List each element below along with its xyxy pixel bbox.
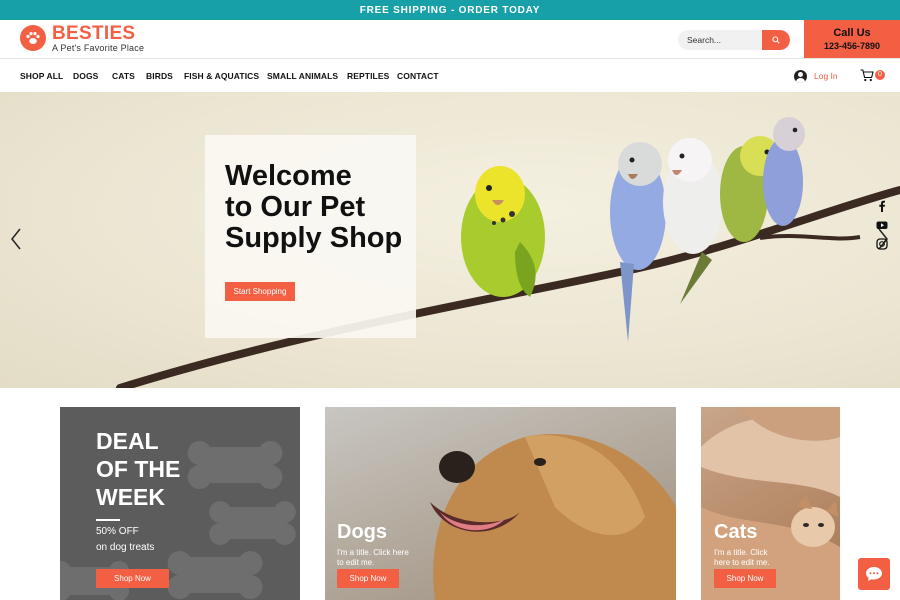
cats-card-subtitle: I'm a title. Click here to edit me.: [714, 548, 770, 568]
announcement-bar: FREE SHIPPING - ORDER TODAY: [0, 0, 900, 20]
parakeets-on-branch-image: [116, 117, 900, 388]
deal-divider: [96, 519, 120, 521]
deal-title-line: DEAL: [96, 428, 159, 454]
chat-button[interactable]: [858, 558, 890, 590]
search-icon: [772, 36, 780, 44]
cats-subtitle-line: I'm a title. Click: [714, 548, 768, 557]
hero-title: Welcome to Our Pet Supply Shop: [225, 161, 415, 254]
deal-shop-now-button[interactable]: Shop Now: [96, 569, 169, 588]
deal-title: DEAL OF THE WEEK: [96, 427, 216, 511]
deal-title-line: OF THE: [96, 456, 181, 482]
nav-birds[interactable]: BIRDS: [146, 71, 173, 81]
cats-card-title: Cats: [714, 521, 758, 543]
dogs-card-title: Dogs: [337, 521, 387, 543]
nav-cats[interactable]: CATS: [112, 71, 135, 81]
paw-logo-icon[interactable]: [20, 25, 46, 51]
chevron-left-icon[interactable]: [10, 228, 22, 250]
hero-title-line: to Our Pet: [225, 191, 366, 223]
chat-bubble-icon: [866, 567, 882, 581]
hero-card: Welcome to Our Pet Supply Shop Start Sho…: [205, 135, 416, 338]
nav-shop-all[interactable]: SHOP ALL: [20, 71, 63, 81]
instagram-icon[interactable]: [876, 238, 888, 250]
search-input[interactable]: [678, 30, 762, 50]
dogs-category-card[interactable]: Dogs I'm a title. Click here to edit me.…: [325, 407, 676, 600]
deal-detail: on dog treats: [96, 542, 155, 553]
dogs-card-subtitle: I'm a title. Click here to edit me.: [337, 548, 409, 568]
nav-contact[interactable]: CONTACT: [397, 71, 439, 81]
facebook-icon[interactable]: [876, 200, 888, 212]
deal-discount: 50% OFF: [96, 526, 139, 537]
brand-name[interactable]: BESTIES: [52, 23, 135, 45]
nav-fish-aquatics[interactable]: FISH & AQUATICS: [184, 71, 259, 81]
nav-reptiles[interactable]: REPTILES: [347, 71, 389, 81]
search-bar: [678, 30, 790, 50]
brand-tagline: A Pet's Favorite Place: [52, 43, 145, 53]
call-us-box[interactable]: Call Us 123-456-7890: [804, 20, 900, 58]
cats-subtitle-line: here to edit me.: [714, 558, 770, 567]
nav-small-animals[interactable]: SMALL ANIMALS: [267, 71, 338, 81]
site-header: BESTIES A Pet's Favorite Place: [0, 20, 900, 58]
dogs-shop-now-button[interactable]: Shop Now: [337, 569, 399, 588]
call-us-phone[interactable]: 123-456-7890: [804, 41, 900, 51]
cats-category-card[interactable]: Cats I'm a title. Click here to edit me.…: [701, 407, 840, 600]
cart-button[interactable]: 0: [860, 69, 886, 85]
main-nav: SHOP ALL DOGS CATS BIRDS FISH & AQUATICS…: [0, 58, 900, 92]
start-shopping-button[interactable]: Start Shopping: [225, 282, 295, 301]
cats-shop-now-button[interactable]: Shop Now: [714, 569, 776, 588]
deal-title-line: WEEK: [96, 484, 165, 510]
dogs-subtitle-line: I'm a title. Click here: [337, 548, 409, 557]
user-avatar-icon: [794, 70, 807, 83]
announcement-text: FREE SHIPPING - ORDER TODAY: [359, 4, 541, 16]
call-us-title: Call Us: [833, 27, 871, 39]
login-label: Log In: [814, 71, 838, 81]
deal-of-the-week-card: DEAL OF THE WEEK 50% OFF on dog treats S…: [60, 407, 300, 600]
youtube-icon[interactable]: [876, 219, 888, 231]
cart-count-badge: 0: [875, 70, 885, 80]
hero-title-line: Welcome: [225, 160, 352, 192]
nav-dogs[interactable]: DOGS: [73, 71, 98, 81]
dogs-subtitle-line: to edit me.: [337, 558, 375, 567]
hero-banner: Welcome to Our Pet Supply Shop Start Sho…: [0, 92, 900, 388]
search-button[interactable]: [762, 30, 790, 50]
shopping-cart-icon: [860, 69, 874, 82]
hero-title-line: Supply Shop: [225, 222, 403, 254]
